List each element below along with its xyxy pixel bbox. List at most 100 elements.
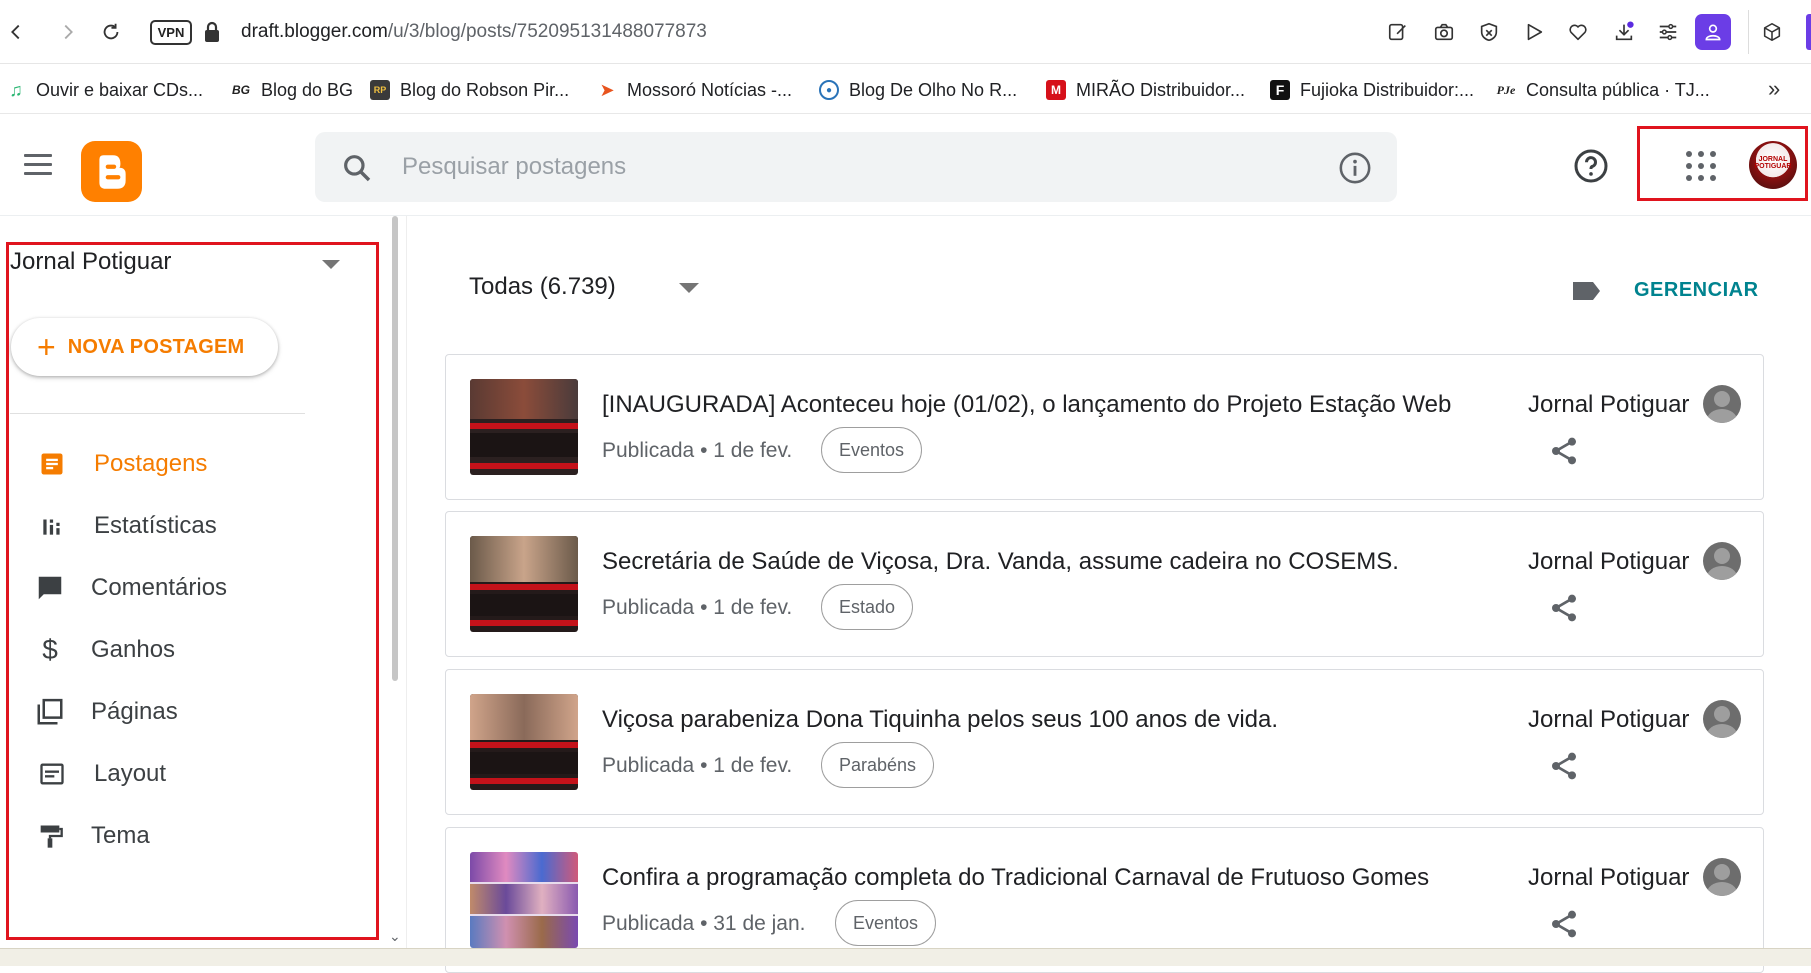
post-status: Publicada • 1 de fev. bbox=[602, 439, 793, 462]
scroll-down-arrow-icon[interactable]: ⌄ bbox=[389, 928, 401, 945]
thumb-footer bbox=[470, 778, 578, 784]
reload-icon bbox=[103, 23, 119, 40]
chevron-double-right-icon[interactable]: » bbox=[1768, 76, 1780, 102]
thumb-footer bbox=[470, 463, 578, 469]
post-author: Jornal Potiguar bbox=[1528, 548, 1690, 575]
post-title[interactable]: [INAUGURADA] Aconteceu hoje (01/02), o l… bbox=[602, 391, 1482, 419]
blogger-header: JORNALPOTIGUAR bbox=[0, 114, 1811, 216]
post-row[interactable]: [INAUGURADA] Aconteceu hoje (01/02), o l… bbox=[445, 354, 1764, 500]
sidebar-scrollbar[interactable] bbox=[392, 216, 398, 681]
thumb-banner bbox=[470, 584, 578, 590]
back-arrow-icon bbox=[11, 24, 20, 40]
menu-button[interactable] bbox=[24, 154, 54, 178]
hamburger-icon bbox=[24, 154, 52, 157]
adblock-button[interactable] bbox=[1474, 17, 1504, 47]
author-avatar bbox=[1703, 385, 1741, 423]
post-filter-dropdown[interactable]: Todas (6.739) bbox=[469, 273, 616, 301]
post-author: Jornal Potiguar bbox=[1528, 391, 1690, 418]
post-label-chip[interactable]: Estado bbox=[821, 584, 914, 630]
player-button[interactable] bbox=[1519, 17, 1549, 47]
easy-setup-button[interactable] bbox=[1653, 17, 1683, 47]
caret-down-icon[interactable] bbox=[679, 283, 699, 293]
post-title[interactable]: Viçosa parabeniza Dona Tiquinha pelos se… bbox=[602, 706, 1482, 734]
label-tag-icon bbox=[1573, 282, 1600, 300]
thumb-banner bbox=[470, 423, 578, 429]
music-note-icon: ♫ bbox=[9, 79, 23, 100]
bookmark-ouvir[interactable]: ♫ Ouvir e baixar CDs... bbox=[6, 78, 203, 102]
downloads-button[interactable] bbox=[1609, 17, 1639, 47]
search-icon[interactable] bbox=[341, 152, 373, 184]
author-avatar bbox=[1703, 858, 1741, 896]
post-author: Jornal Potiguar bbox=[1528, 706, 1690, 733]
share-icon[interactable] bbox=[1548, 750, 1580, 782]
bookmark-label: Mossoró Notícias -... bbox=[627, 79, 793, 100]
post-thumbnail bbox=[470, 379, 578, 475]
lock-icon[interactable] bbox=[203, 20, 221, 44]
manage-labels-button[interactable]: GERENCIAR bbox=[1634, 279, 1759, 302]
share-icon[interactable] bbox=[1548, 592, 1580, 624]
bookmark-de-olho[interactable]: ● Blog De Olho No R... bbox=[819, 78, 1017, 102]
bookmark-fujioka[interactable]: F Fujioka Distribuidor:... bbox=[1270, 78, 1474, 102]
extensions-button[interactable] bbox=[1757, 17, 1787, 47]
post-thumbnail bbox=[470, 852, 578, 948]
bookmark-mirao[interactable]: M MIRÃO Distribuidor... bbox=[1046, 78, 1245, 102]
url-field[interactable]: draft.blogger.com/u/3/blog/posts/7520951… bbox=[241, 21, 707, 43]
post-title[interactable]: Secretária de Saúde de Viçosa, Dra. Vand… bbox=[602, 548, 1482, 576]
thumb-text-area bbox=[470, 594, 578, 616]
browser-profile-button[interactable] bbox=[1695, 14, 1731, 50]
content-divider bbox=[406, 216, 407, 966]
favorites-button[interactable] bbox=[1563, 17, 1593, 47]
post-label-chip[interactable]: Eventos bbox=[821, 427, 923, 473]
pje-logo-icon: PJe bbox=[1496, 82, 1516, 97]
thumb-text-area bbox=[470, 433, 578, 457]
thumb-photo bbox=[470, 379, 578, 419]
post-row[interactable]: Viçosa parabeniza Dona Tiquinha pelos se… bbox=[445, 669, 1764, 815]
highlight-box-account bbox=[1637, 126, 1808, 201]
bookmark-mossoro[interactable]: ➤ Mossoró Notícias -... bbox=[597, 78, 792, 102]
edit-page-button[interactable] bbox=[1383, 17, 1413, 47]
post-row[interactable]: Secretária de Saúde de Viçosa, Dra. Vand… bbox=[445, 511, 1764, 657]
camera-icon bbox=[1434, 23, 1454, 41]
forward-button[interactable] bbox=[52, 16, 84, 48]
back-button[interactable] bbox=[0, 16, 32, 48]
post-status: Publicada • 1 de fev. bbox=[602, 596, 793, 619]
forward-arrow-icon bbox=[64, 24, 73, 40]
bookmark-label: Blog De Olho No R... bbox=[849, 79, 1018, 100]
share-icon[interactable] bbox=[1548, 908, 1580, 940]
browser-toolbar: VPN draft.blogger.com/u/3/blog/posts/752… bbox=[0, 0, 1811, 64]
bookmark-label: Fujioka Distribuidor:... bbox=[1300, 79, 1475, 100]
edit-note-icon bbox=[1388, 23, 1406, 41]
post-label-chip[interactable]: Parabéns bbox=[821, 742, 935, 788]
post-title[interactable]: Confira a programação completa do Tradic… bbox=[602, 864, 1482, 892]
bookmark-label: Blog do BG bbox=[261, 79, 354, 100]
reload-button[interactable] bbox=[95, 16, 127, 48]
vpn-badge[interactable]: VPN bbox=[150, 20, 192, 45]
bookmark-robson[interactable]: RP Blog do Robson Pir... bbox=[370, 78, 569, 102]
highlight-box-sidebar bbox=[6, 242, 379, 940]
snapshot-button[interactable] bbox=[1429, 17, 1459, 47]
bookmark-consulta[interactable]: PJe Consulta pública · TJ... bbox=[1496, 78, 1710, 102]
cube-icon bbox=[1763, 22, 1781, 42]
blogger-logo[interactable] bbox=[81, 141, 142, 202]
bookmark-label: Consulta pública · TJ... bbox=[1526, 79, 1710, 100]
search-input[interactable] bbox=[400, 146, 1300, 188]
author-avatar bbox=[1703, 700, 1741, 738]
help-icon[interactable] bbox=[1573, 148, 1609, 184]
fujioka-logo-icon: F bbox=[1270, 80, 1290, 100]
post-thumbnail bbox=[470, 694, 578, 790]
thumb-photo bbox=[470, 536, 578, 582]
post-label-chip[interactable]: Eventos bbox=[835, 900, 937, 946]
post-author: Jornal Potiguar bbox=[1528, 864, 1690, 891]
share-icon[interactable] bbox=[1548, 435, 1580, 467]
bookmark-blog-bg[interactable]: BG Blog do BG bbox=[231, 78, 353, 102]
sidebar-panel-edge[interactable] bbox=[1806, 14, 1811, 50]
bookmark-label: MIRÃO Distribuidor... bbox=[1076, 79, 1246, 100]
info-icon[interactable] bbox=[1338, 151, 1372, 185]
bg-logo-icon: BG bbox=[232, 83, 250, 97]
play-icon bbox=[1527, 23, 1543, 41]
mirao-logo-icon: M bbox=[1046, 80, 1066, 100]
shield-x-icon bbox=[1480, 22, 1498, 42]
eye-logo-icon: ● bbox=[819, 80, 839, 100]
thumb-photo-row bbox=[470, 884, 578, 914]
post-thumbnail bbox=[470, 536, 578, 632]
